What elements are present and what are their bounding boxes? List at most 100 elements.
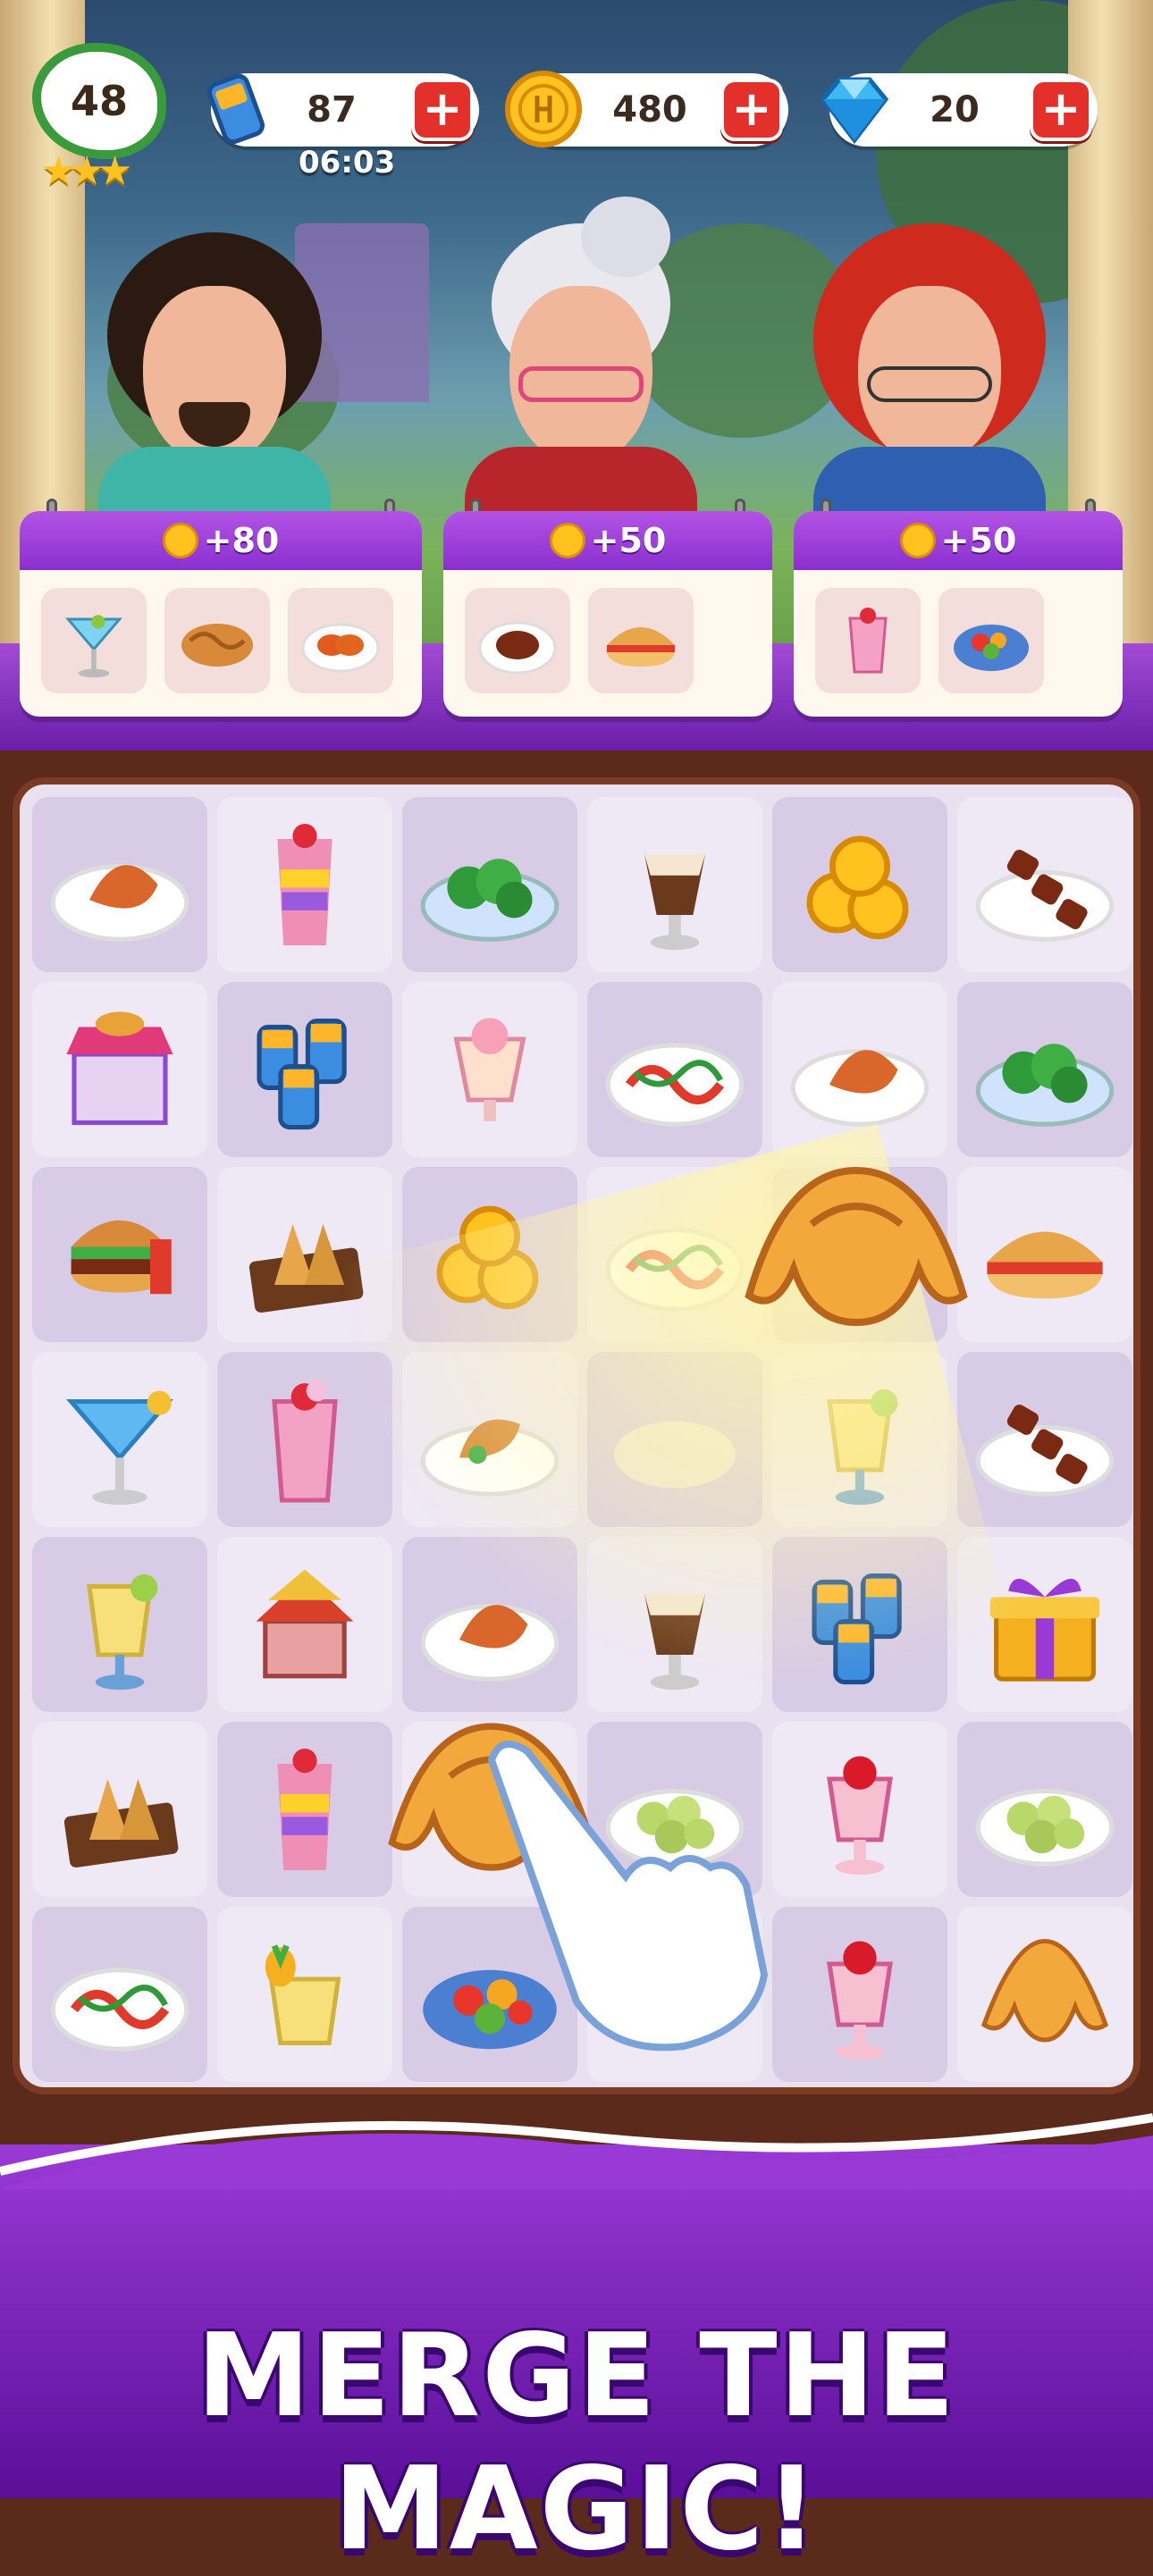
batteries-item-icon — [257, 1019, 347, 1130]
coins-item-icon — [436, 1205, 539, 1310]
cherry-item-icon — [827, 1941, 893, 2060]
smoothie-item-icon — [272, 1380, 338, 1503]
board-cell[interactable] — [587, 797, 762, 972]
pasta-item-icon — [50, 1968, 189, 2052]
croissant-item-icon — [980, 1938, 1109, 2043]
board-cell[interactable] — [772, 797, 947, 972]
banner-title: MERGE THE MAGIC! — [196, 2310, 957, 2576]
kebab-item-icon — [975, 1405, 1115, 1497]
cherry-item-icon — [827, 1756, 893, 1875]
board-cell[interactable] — [957, 982, 1132, 1157]
board-cell[interactable] — [217, 1352, 392, 1527]
lemonade-item-icon — [827, 1389, 898, 1506]
add-gems-button[interactable]: + — [1030, 79, 1092, 141]
customer-redhead[interactable] — [795, 223, 1064, 536]
pasta-item-icon — [605, 1228, 745, 1312]
customer-man[interactable] — [80, 223, 349, 536]
board-cell[interactable] — [217, 1907, 392, 2082]
player-level[interactable]: 48 ★★★ — [23, 43, 184, 194]
lemonade-item-icon — [87, 1573, 158, 1691]
order-card[interactable]: +50 — [794, 499, 1123, 717]
coins-value: 480 — [612, 89, 687, 130]
kebab-item-icon — [975, 850, 1115, 942]
board-cell[interactable] — [402, 1537, 577, 1712]
board-cell[interactable] — [402, 982, 577, 1157]
dumplings-item-icon — [975, 1789, 1115, 1867]
coins-item-icon — [806, 835, 909, 940]
sandwich-item-icon — [987, 1231, 1103, 1299]
board-cell[interactable] — [217, 797, 392, 972]
board-cell[interactable] — [587, 982, 762, 1157]
board-cell[interactable] — [957, 1907, 1132, 2082]
board-cell[interactable] — [402, 1167, 577, 1342]
order-reward: +50 — [590, 521, 667, 560]
greens-item-icon — [420, 859, 560, 942]
dragged-croissant[interactable] — [731, 1153, 981, 1371]
martini-item-icon — [66, 1390, 173, 1506]
dessert-item-icon — [644, 854, 705, 951]
parfait-item-icon — [277, 1749, 332, 1870]
batteries-item-icon — [812, 1573, 902, 1685]
customer-grandma[interactable] — [447, 197, 715, 536]
burger-item-icon — [71, 1220, 172, 1295]
board-cell[interactable] — [32, 1907, 207, 2082]
board-cell[interactable] — [217, 1722, 392, 1897]
order-item-cocktail — [41, 588, 147, 693]
board-cell[interactable] — [772, 1352, 947, 1527]
order-card[interactable]: +50 — [443, 499, 772, 717]
order-item-bread — [164, 588, 270, 693]
board-cell[interactable] — [217, 1167, 392, 1342]
board-cell[interactable] — [32, 1537, 207, 1712]
board-cell[interactable] — [957, 1352, 1132, 1527]
board-cell[interactable] — [32, 1352, 207, 1527]
order-item-meat-plate — [465, 588, 570, 693]
pineapple-item-icon — [265, 1944, 341, 2045]
gems-value: 20 — [930, 89, 980, 130]
board-cell[interactable] — [772, 1537, 947, 1712]
order-reward: +50 — [940, 521, 1017, 560]
samosa-item-icon — [248, 1224, 364, 1313]
board-cell[interactable] — [957, 1722, 1132, 1897]
board-cell[interactable] — [772, 982, 947, 1157]
order-card[interactable]: +80 — [20, 499, 422, 717]
gift-item-icon — [989, 1578, 1100, 1682]
sundae-item-icon — [453, 1018, 526, 1121]
board-cell[interactable] — [957, 1167, 1132, 1342]
board-cell[interactable] — [772, 1722, 947, 1897]
level-badge: 48 — [32, 43, 166, 159]
board-cell[interactable] — [587, 1352, 762, 1527]
board-cell[interactable] — [772, 1907, 947, 2082]
squid-item-icon — [420, 1604, 560, 1682]
coin-icon — [162, 523, 198, 558]
samosa-item-icon — [63, 1779, 179, 1868]
energy-counter: 87 + — [207, 73, 479, 147]
squid-item-icon — [50, 864, 189, 942]
parfait-item-icon — [277, 824, 332, 945]
dessert-item-icon — [644, 1594, 705, 1691]
order-item-sliced — [288, 588, 393, 693]
board-cell[interactable] — [217, 1537, 392, 1712]
order-reward: +80 — [203, 521, 280, 560]
board-cell[interactable] — [32, 797, 207, 972]
level-stars: ★★★ — [41, 148, 132, 194]
board-cell[interactable] — [32, 982, 207, 1157]
board-cell[interactable] — [32, 1722, 207, 1897]
gems-counter: 20 + — [820, 73, 1098, 147]
board-cell[interactable] — [957, 797, 1132, 972]
board-cell[interactable] — [587, 1537, 762, 1712]
energy-value: 87 — [307, 89, 357, 130]
add-coins-button[interactable]: + — [720, 79, 783, 141]
order-item-salad — [938, 588, 1044, 693]
board-cell[interactable] — [32, 1167, 207, 1342]
tutorial-hand-icon — [474, 1724, 769, 2055]
board-cell[interactable] — [957, 1537, 1132, 1712]
squid-item-icon — [790, 1049, 930, 1127]
add-energy-button[interactable]: + — [411, 79, 474, 141]
wrap-item-icon — [420, 1419, 560, 1497]
pasta-item-icon — [605, 1043, 745, 1127]
order-item-smoothie — [815, 588, 921, 693]
shop-item-icon — [66, 1011, 173, 1126]
board-cell[interactable] — [217, 982, 392, 1157]
board-cell[interactable] — [402, 1352, 577, 1527]
board-cell[interactable] — [402, 797, 577, 972]
